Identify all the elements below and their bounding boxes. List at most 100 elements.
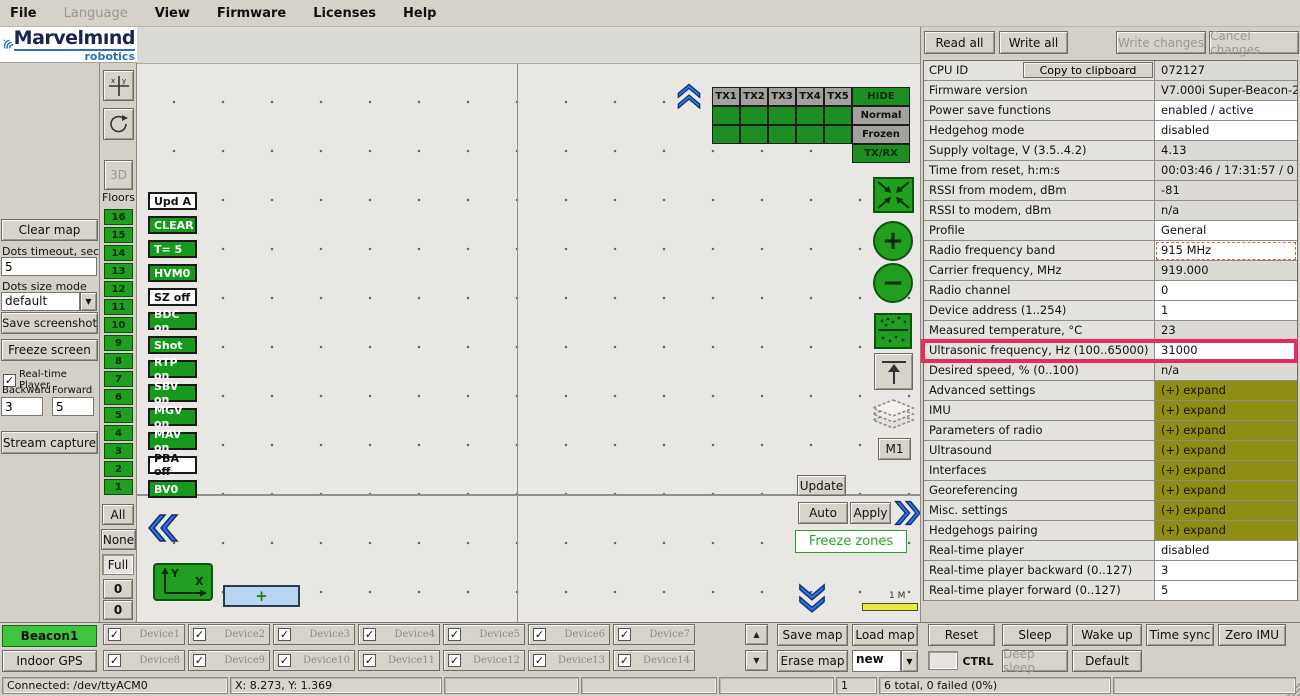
property-value-real-time-player-forward-0-127[interactable]: 5	[1155, 581, 1297, 601]
map-action-hvm0[interactable]: HVM0	[148, 264, 197, 282]
map-select-dropdown[interactable]: new ▼	[852, 650, 918, 672]
collapse-down-icon[interactable]	[798, 581, 826, 613]
clear-map-button[interactable]: Clear map	[1, 219, 98, 241]
tx-cell[interactable]	[712, 125, 740, 144]
menu-item-firmware[interactable]: Firmware	[217, 6, 286, 21]
stream-capture-button[interactable]: Stream capture	[1, 431, 98, 454]
map-action-mav-on[interactable]: MAV on	[148, 432, 197, 450]
property-value-radio-channel[interactable]: 0	[1155, 281, 1297, 301]
time-sync-button[interactable]: Time sync	[1146, 624, 1214, 646]
cancel-changes-button[interactable]: Cancel changes	[1209, 31, 1299, 54]
zoom-in-button[interactable]: +	[873, 221, 913, 261]
menu-item-file[interactable]: File	[10, 6, 37, 21]
sleep-button[interactable]: Sleep	[1002, 624, 1068, 646]
read-all-button[interactable]: Read all	[924, 31, 995, 54]
floor-button-12[interactable]: 12	[104, 281, 133, 297]
property-value-ultrasound[interactable]: (+) expand	[1155, 441, 1297, 461]
floor-button-14[interactable]: 14	[104, 245, 133, 261]
layers-icon[interactable]	[867, 398, 919, 434]
property-value-power-save-functions[interactable]: enabled / active	[1155, 101, 1297, 121]
rotate-tool-button[interactable]	[103, 108, 134, 140]
device-toggle-device8[interactable]: ✓Device8	[103, 650, 185, 671]
device-toggle-device1[interactable]: ✓Device1	[103, 624, 185, 645]
tx-header-tx4[interactable]: TX4	[796, 87, 824, 106]
menu-item-help[interactable]: Help	[403, 6, 436, 21]
property-value-georeferencing[interactable]: (+) expand	[1155, 481, 1297, 501]
freeze-screen-button[interactable]: Freeze screen	[1, 339, 98, 361]
ctrl-checkbox[interactable]	[928, 651, 958, 670]
m1-button[interactable]: M1	[878, 438, 911, 460]
tx-header-tx3[interactable]: TX3	[768, 87, 796, 106]
device-toggle-device12[interactable]: ✓Device12	[443, 650, 525, 671]
default-button[interactable]: Default	[1072, 650, 1142, 672]
device-toggle-device3[interactable]: ✓Device3	[273, 624, 355, 645]
property-value-parameters-of-radio[interactable]: (+) expand	[1155, 421, 1297, 441]
property-value-imu[interactable]: (+) expand	[1155, 401, 1297, 421]
device-toggle-device7[interactable]: ✓Device7	[613, 624, 695, 645]
device-toggle-device13[interactable]: ✓Device13	[528, 650, 610, 671]
add-submap-button[interactable]: +	[223, 585, 300, 607]
map-action-bv0[interactable]: BV0	[148, 480, 197, 498]
floor-button-1[interactable]: 1	[104, 479, 133, 495]
reset-button[interactable]: Reset	[928, 624, 995, 646]
tx-side-tx-rx[interactable]: TX/RX	[852, 144, 910, 163]
floor-button-7[interactable]: 7	[104, 371, 133, 387]
tx-header-tx1[interactable]: TX1	[712, 87, 740, 106]
tx-cell[interactable]	[796, 106, 824, 125]
backward-input[interactable]	[1, 397, 43, 416]
floor-button-4[interactable]: 4	[104, 425, 133, 441]
device-toggle-device14[interactable]: ✓Device14	[613, 650, 695, 671]
tx-side-frozen[interactable]: Frozen	[852, 125, 910, 144]
property-value-device-address-1-254[interactable]: 1	[1155, 301, 1297, 321]
zoom-out-button[interactable]: −	[873, 263, 913, 303]
map-action-clear[interactable]: CLEAR	[148, 216, 197, 234]
floors-all-button[interactable]: All	[102, 504, 134, 525]
copy-to-clipboard-button[interactable]: Copy to clipboard	[1023, 62, 1153, 78]
dots-display-icon[interactable]	[874, 313, 912, 349]
collapse-left-icon[interactable]	[145, 513, 179, 543]
expand-right-icon[interactable]	[892, 499, 920, 527]
deep-sleep-button[interactable]: Deep sleep	[1002, 650, 1068, 672]
property-value-misc-settings[interactable]: (+) expand	[1155, 501, 1297, 521]
forward-input[interactable]	[52, 397, 94, 416]
floor-button-10[interactable]: 10	[104, 317, 133, 333]
xy-axes-tool-button[interactable]: x y	[103, 70, 134, 101]
tx-cell[interactable]	[768, 106, 796, 125]
property-value-hedgehog-mode[interactable]: disabled	[1155, 121, 1297, 141]
tx-side-normal[interactable]: Normal	[852, 106, 910, 125]
device-toggle-device10[interactable]: ✓Device10	[273, 650, 355, 671]
property-value-radio-frequency-band[interactable]: 915 MHz	[1155, 241, 1297, 261]
tx-header-tx2[interactable]: TX2	[740, 87, 768, 106]
map-area[interactable]: Upd ACLEART= 5HVM0SZ offBDC onShotRTP on…	[137, 27, 920, 622]
tx-side-hide[interactable]: HIDE	[852, 87, 910, 106]
floor-button-9[interactable]: 9	[104, 335, 133, 351]
floor-button-2[interactable]: 2	[104, 461, 133, 477]
property-value-interfaces[interactable]: (+) expand	[1155, 461, 1297, 481]
floors-none-button[interactable]: None	[101, 529, 136, 550]
map-action-mgv-on[interactable]: MGV on	[148, 408, 197, 426]
write-all-button[interactable]: Write all	[999, 31, 1068, 54]
floor-button-11[interactable]: 11	[104, 299, 133, 315]
floor-button-6[interactable]: 6	[104, 389, 133, 405]
tx-cell[interactable]	[824, 106, 852, 125]
load-map-button[interactable]: Load map	[852, 624, 918, 646]
chevron-down-icon[interactable]: ▼	[901, 650, 918, 672]
menu-item-licenses[interactable]: Licenses	[313, 6, 376, 21]
floor-button-13[interactable]: 13	[104, 263, 133, 279]
collapse-up-icon[interactable]	[675, 81, 703, 109]
device-toggle-device2[interactable]: ✓Device2	[188, 624, 270, 645]
dots-size-mode-select[interactable]: default ▼	[1, 292, 97, 311]
upload-top-button[interactable]	[874, 353, 913, 390]
three-d-button[interactable]: 3D	[104, 160, 133, 190]
floor-button-3[interactable]: 3	[104, 443, 133, 459]
chevron-down-icon[interactable]: ▼	[80, 292, 97, 311]
device-toggle-device4[interactable]: ✓Device4	[358, 624, 440, 645]
zero-imu-button[interactable]: Zero IMU	[1218, 624, 1286, 646]
map-action-bdc-on[interactable]: BDC on	[148, 312, 197, 330]
property-value-ultrasonic-frequency-hz-100-65000[interactable]: 31000	[1155, 341, 1297, 361]
save-screenshot-button[interactable]: Save screenshot	[1, 312, 98, 334]
beacon-tab[interactable]: Beacon1	[2, 625, 97, 647]
tx-cell[interactable]	[712, 106, 740, 125]
map-action-shot[interactable]: Shot	[148, 336, 197, 354]
tx-cell[interactable]	[740, 106, 768, 125]
